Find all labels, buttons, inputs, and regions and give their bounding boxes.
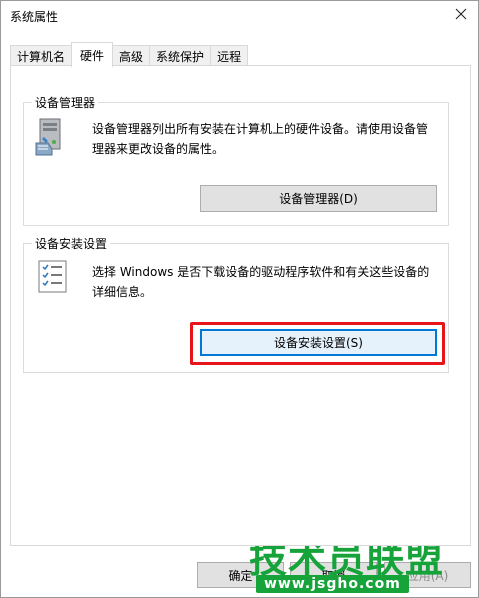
hardware-tab-panel: 设备管理器 设备管理器列出所有安装在计算机上的硬件设备。请使用设备管 理器来更改… <box>10 65 471 546</box>
tab-system-protection[interactable]: 系统保护 <box>149 45 212 66</box>
jsgho-url-watermark: www.jsgho.com <box>256 575 409 593</box>
device-manager-icon <box>34 117 68 160</box>
device-installation-settings-button[interactable]: 设备安装设置(S) <box>200 329 437 356</box>
close-button[interactable] <box>450 4 472 24</box>
device-installation-group: 设备安装设置 选择 Windows 是否下载设备的驱动程序软件和有关这些设备的 … <box>23 235 449 373</box>
device-manager-desc-line2: 理器来更改设备的属性。 <box>92 142 225 156</box>
system-properties-window: 系统属性 计算机名 硬件 高级 系统保护 远程 设备管理器 设备管理器列出所有安… <box>0 0 479 598</box>
close-icon <box>455 8 467 20</box>
device-installation-desc-line2: 详细信息。 <box>92 285 153 299</box>
device-installation-desc-line1: 选择 Windows 是否下载设备的驱动程序软件和有关这些设备的 <box>92 265 430 279</box>
checklist-icon <box>38 260 68 297</box>
device-installation-description: 选择 Windows 是否下载设备的驱动程序软件和有关这些设备的 详细信息。 <box>92 262 429 302</box>
tab-computer-name[interactable]: 计算机名 <box>10 45 73 66</box>
tab-hardware[interactable]: 硬件 <box>71 42 114 67</box>
device-manager-desc-line1: 设备管理器列出所有安装在计算机上的硬件设备。请使用设备管 <box>92 122 429 136</box>
tab-remote[interactable]: 远程 <box>210 45 249 66</box>
tab-advanced[interactable]: 高级 <box>112 45 151 66</box>
device-manager-legend: 设备管理器 <box>32 94 99 111</box>
device-manager-button[interactable]: 设备管理器(D) <box>200 185 437 212</box>
tab-strip: 计算机名 硬件 高级 系统保护 远程 <box>10 42 249 67</box>
window-title: 系统属性 <box>10 10 59 24</box>
device-manager-group: 设备管理器 设备管理器列出所有安装在计算机上的硬件设备。请使用设备管 理器来更改… <box>23 94 449 226</box>
device-installation-legend: 设备安装设置 <box>32 235 111 252</box>
device-manager-description: 设备管理器列出所有安装在计算机上的硬件设备。请使用设备管 理器来更改设备的属性。 <box>92 119 428 159</box>
